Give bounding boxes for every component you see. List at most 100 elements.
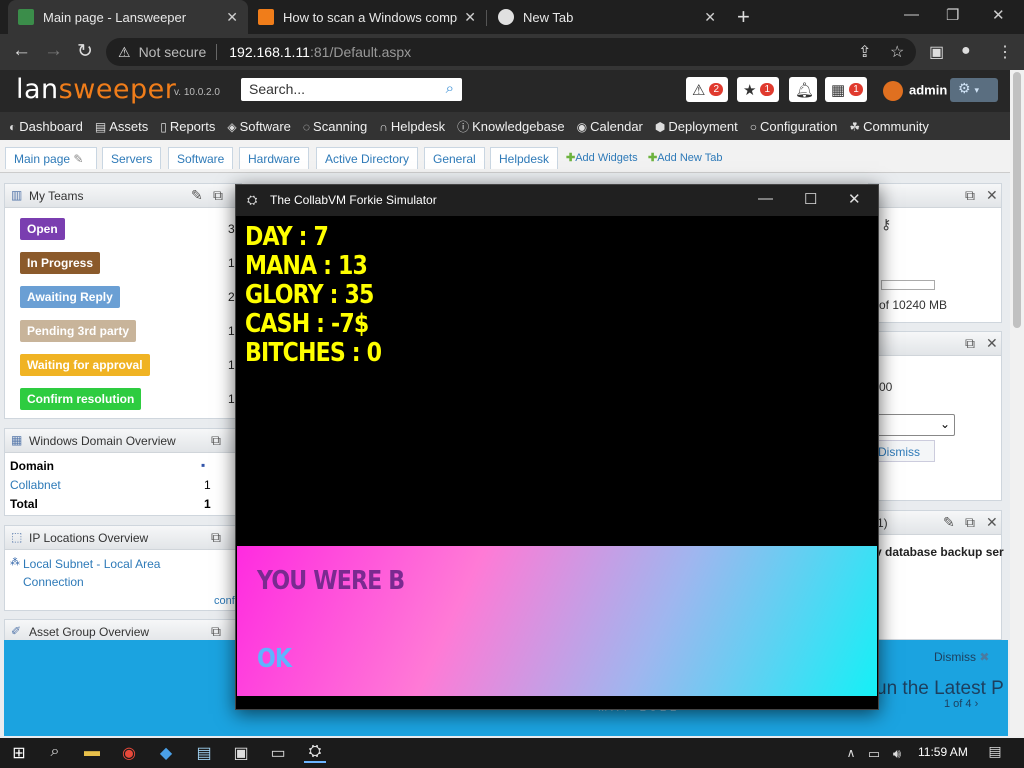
- domain-link[interactable]: Collabnet: [10, 478, 61, 492]
- network-icon[interactable]: ▭: [863, 746, 885, 766]
- close-tab-icon[interactable]: ✕: [464, 9, 476, 26]
- config-link[interactable]: confi: [214, 595, 237, 607]
- close-window-icon[interactable]: ✕: [992, 6, 1005, 24]
- page-scrollbar[interactable]: [1010, 70, 1024, 738]
- maximize-icon[interactable]: ☐: [804, 190, 817, 208]
- tab-active-directory[interactable]: Active Directory: [316, 147, 419, 169]
- chrome-menu-icon[interactable]: ⋮: [997, 42, 1013, 62]
- add-new-tab-link[interactable]: ✚Add New Tab: [648, 151, 722, 164]
- taskbar-clock[interactable]: 11:59 AM: [918, 745, 968, 759]
- menu-deployment[interactable]: ⬢ Deployment: [655, 119, 738, 134]
- game-taskbar-icon[interactable]: ⛭: [304, 743, 326, 763]
- search-input[interactable]: Search... ⌕: [241, 78, 462, 101]
- menu-community[interactable]: ☘ Community: [849, 119, 929, 134]
- command-prompt-icon[interactable]: ▭: [267, 743, 289, 763]
- settings-dropdown-button[interactable]: ⚙ ▾: [950, 78, 998, 102]
- banner-dismiss-link[interactable]: Dismiss ✖: [934, 650, 989, 664]
- edit-widget-icon[interactable]: ✎: [943, 514, 955, 531]
- tab-software[interactable]: Software: [168, 147, 234, 169]
- address-bar[interactable]: ⚠ Not secure 192.168.1.11 :81/Default.as…: [106, 38, 916, 66]
- user-menu[interactable]: admin: [883, 81, 947, 101]
- close-widget-icon[interactable]: ✕: [986, 335, 998, 352]
- status-in-progress-button[interactable]: In Progress: [20, 252, 101, 274]
- dismiss-button[interactable]: Dismiss: [871, 440, 935, 462]
- minimize-icon[interactable]: —: [904, 6, 919, 23]
- minimize-icon[interactable]: —: [758, 190, 773, 207]
- scrollbar-thumb[interactable]: [1013, 72, 1021, 328]
- store-icon[interactable]: ◆: [155, 743, 177, 763]
- edit-widget-icon[interactable]: ✎: [191, 187, 203, 204]
- tab-hardware[interactable]: Hardware: [239, 147, 310, 169]
- ok-button[interactable]: OK: [257, 644, 292, 674]
- popout-icon[interactable]: ⧉: [965, 335, 975, 352]
- tab-helpdesk[interactable]: Helpdesk: [490, 147, 559, 169]
- menu-dashboard[interactable]: ◐ Dashboard: [9, 119, 83, 134]
- warning-icon[interactable]: ⚠: [118, 44, 131, 61]
- status-waiting-approval-button[interactable]: Waiting for approval: [20, 354, 150, 376]
- new-tab-button[interactable]: +: [737, 4, 750, 30]
- popout-icon[interactable]: ⧉: [211, 623, 221, 640]
- close-widget-icon[interactable]: ✕: [986, 514, 998, 531]
- menu-helpdesk[interactable]: ∩ Helpdesk: [379, 119, 445, 134]
- popout-icon[interactable]: ⧉: [211, 529, 221, 546]
- browser-tab-lansweeper[interactable]: Main page - Lansweeper ✕: [8, 0, 248, 34]
- browser-tab-how-to-scan[interactable]: How to scan a Windows compute ✕: [248, 0, 486, 34]
- forward-icon[interactable]: →: [44, 40, 63, 62]
- search-icon[interactable]: ⌕: [44, 743, 66, 763]
- chrome-icon[interactable]: ◉: [118, 743, 140, 763]
- tab-general[interactable]: General: [424, 147, 485, 169]
- notifications-icon[interactable]: ▤: [984, 743, 1006, 763]
- status-awaiting-reply-button[interactable]: Awaiting Reply: [20, 286, 120, 308]
- backup-alert-text[interactable]: v database backup ser: [875, 545, 1004, 559]
- close-widget-icon[interactable]: ✕: [986, 187, 998, 204]
- menu-knowledgebase[interactable]: ⓘ Knowledgebase: [457, 118, 565, 135]
- add-widgets-link[interactable]: ✚Add Widgets: [566, 151, 638, 164]
- edit-icon[interactable]: ✎: [73, 152, 83, 166]
- notifications-button[interactable]: 🔔︎: [789, 77, 817, 102]
- browser-tab-new-tab[interactable]: New Tab ✕: [488, 0, 726, 34]
- reload-icon[interactable]: ↻: [77, 40, 93, 63]
- menu-calendar[interactable]: ◉ Calendar: [577, 119, 643, 134]
- game-titlebar[interactable]: ⛭ The CollabVM Forkie Simulator — ☐ ✕: [236, 185, 878, 216]
- close-tab-icon[interactable]: ✕: [226, 9, 238, 26]
- share-icon[interactable]: ⇪: [858, 42, 871, 62]
- restore-icon[interactable]: ❐: [946, 6, 959, 24]
- search-icon[interactable]: ⌕: [446, 80, 454, 97]
- popout-icon[interactable]: ⧉: [211, 432, 221, 449]
- alerts-button[interactable]: ⚠ 2: [686, 77, 728, 102]
- notepad-icon[interactable]: ▤: [193, 743, 215, 763]
- profile-icon[interactable]: ●: [961, 42, 971, 60]
- status-pending-3rd-party-button[interactable]: Pending 3rd party: [20, 320, 137, 342]
- tab-main-page[interactable]: Main page ✎: [5, 147, 97, 169]
- ip-location-link[interactable]: Local Subnet - Local Area: [23, 557, 160, 571]
- volume-icon[interactable]: 🔊︎: [886, 746, 908, 766]
- chevron-up-icon[interactable]: ∧: [840, 746, 862, 766]
- disk-text: of 10240 MB: [879, 298, 948, 312]
- status-open-button[interactable]: Open: [20, 218, 65, 240]
- bookmark-star-icon[interactable]: ☆: [890, 42, 904, 62]
- popout-icon[interactable]: ⧉: [965, 514, 975, 531]
- status-confirm-resolution-button[interactable]: Confirm resolution: [20, 388, 142, 410]
- chevron-right-icon[interactable]: ›: [975, 698, 979, 710]
- select-dropdown[interactable]: ⌄: [871, 414, 955, 436]
- back-icon[interactable]: ←: [12, 40, 31, 62]
- menu-scanning[interactable]: ◌ Scanning: [303, 119, 367, 134]
- menu-assets[interactable]: ▤ Assets: [95, 119, 148, 134]
- favorites-button[interactable]: ★ 1: [737, 77, 779, 102]
- menu-reports[interactable]: ▯ Reports: [160, 119, 215, 134]
- menu-software[interactable]: ◈ Software: [227, 119, 291, 134]
- app-icon[interactable]: ▣: [230, 743, 252, 763]
- popout-icon[interactable]: ⧉: [213, 187, 223, 204]
- lansweeper-logo[interactable]: lansweeper: [16, 74, 176, 105]
- ip-location-link-cont[interactable]: Connection: [23, 575, 84, 589]
- calendar-button[interactable]: ▦ 1: [825, 77, 867, 102]
- security-label[interactable]: Not secure: [139, 44, 207, 60]
- tab-servers[interactable]: Servers: [102, 147, 162, 169]
- file-explorer-icon[interactable]: ▬: [81, 743, 103, 763]
- close-tab-icon[interactable]: ✕: [704, 9, 716, 26]
- close-window-icon[interactable]: ✕: [848, 190, 861, 208]
- side-panel-icon[interactable]: ▣: [929, 42, 944, 62]
- popout-icon[interactable]: ⧉: [965, 187, 975, 204]
- menu-configuration[interactable]: ○ Configuration: [750, 119, 838, 134]
- windows-start-icon[interactable]: ⊞: [8, 743, 30, 763]
